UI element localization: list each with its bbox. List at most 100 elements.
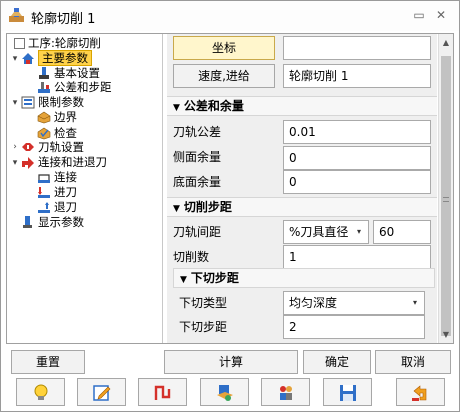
section-title: 切削步距 [183,200,232,214]
hint-button[interactable] [16,378,65,406]
toolpath-settings-icon [22,143,34,151]
tree-item-approach[interactable]: 进刀 [37,185,77,200]
path-spacing-input[interactable]: 60 [373,220,431,244]
coords-button[interactable]: 坐标 [173,36,275,60]
dropdown-arrow-icon: ▾ [413,298,418,307]
vertical-scrollbar[interactable]: ▲ ▼ [438,34,453,343]
tree-item-check[interactable]: 检查 [37,126,77,141]
tree-item-label: 限制参数 [38,95,84,109]
path-spacing-mode-select[interactable]: %刀具直径 ▾ [283,220,369,244]
window-title: 轮廓切削 1 [31,12,96,27]
contour-cut-icon [9,8,24,22]
tree-item-label: 进刀 [54,185,77,199]
path-spacing-mode-value: %刀具直径 [289,225,349,239]
tree-item-label: 连接和进退刀 [38,155,107,169]
toolpath-icon [154,385,171,400]
speed-feed-button[interactable]: 速度,进给 [173,64,275,88]
calculate-button[interactable]: 计算 [164,350,298,374]
tree-item-tolerance-step[interactable]: 公差和步距 [37,80,112,95]
side-allowance-input[interactable]: 0 [283,146,431,170]
close-icon[interactable]: ✕ [433,7,449,23]
undo-icon [412,385,427,401]
save-button[interactable] [323,378,372,406]
toolpath-tolerance-label: 刀轨公差 [173,125,222,139]
tree-item-label: 连接 [54,170,77,184]
stepdown-type-value: 均匀深度 [289,296,338,310]
tree-item-display-params[interactable]: 显示参数 [21,215,84,230]
tree-item-label: 刀轨设置 [38,140,84,154]
tree-item-retract[interactable]: 退刀 [37,200,77,215]
cut-count-label: 切削数 [173,250,210,264]
properties-panel: 坐标 速度,进给 轮廓切削 1 ▼ 公差和余量 刀轨公差 0.01 侧面余量 0 … [167,34,437,343]
retract-icon [38,202,50,213]
path-spacing-label: 刀轨间距 [173,225,222,239]
tree-item-label: 主要参数 [38,50,92,66]
tree-item-link[interactable]: 连接 [37,170,77,185]
toolpath-button[interactable] [138,378,187,406]
tree-item-label: 显示参数 [38,215,84,229]
tolerance-section-header[interactable]: ▼ 公差和余量 [167,96,437,116]
parameter-tree: 工序:轮廓切削 ▾ 主要参数 基本设置 公差和步距 ▾ 限制参数 边界 检查 ›… [7,34,163,343]
content-panel: 工序:轮廓切削 ▾ 主要参数 基本设置 公差和步距 ▾ 限制参数 边界 检查 ›… [6,33,454,344]
simulate-button[interactable] [200,378,249,406]
link-approach-icon [22,157,34,169]
cancel-button[interactable]: 取消 [375,350,451,374]
bottom-allowance-input[interactable]: 0 [283,170,431,194]
tree-item-label: 公差和步距 [54,80,112,94]
scroll-thumb[interactable] [441,56,451,336]
tree-item-basic-settings[interactable]: 基本设置 [37,66,100,81]
limit-params-icon [21,96,35,109]
tolerance-step-icon [38,82,50,93]
root-checkbox[interactable] [14,38,25,49]
stepdown-distance-input[interactable]: 2 [283,315,425,339]
section-collapse-icon: ▼ [173,103,180,113]
scroll-grip-icon [443,197,449,202]
bottom-allowance-label: 底面余量 [173,175,222,189]
people-button[interactable] [261,378,310,406]
expand-icon[interactable]: ▾ [10,158,20,168]
tree-item-label: 基本设置 [54,66,100,80]
basic-settings-icon [39,67,49,79]
undo-button[interactable] [396,378,445,406]
tree-item-limit-params[interactable]: 限制参数 [21,95,84,110]
tree-item-toolpath-settings[interactable]: 刀轨设置 [21,140,84,155]
expand-icon[interactable]: ▾ [10,98,20,108]
expand-icon[interactable]: ▾ [10,54,20,64]
tree-root-label: 工序:轮廓切削 [28,36,101,50]
scroll-up-icon[interactable]: ▲ [441,38,451,48]
tree-root[interactable]: 工序:轮廓切削 [14,36,101,51]
restore-icon[interactable]: ▭ [411,7,427,23]
edit-icon [93,385,111,401]
reset-button[interactable]: 重置 [11,350,85,374]
tree-item-main-params[interactable]: 主要参数 [21,50,92,66]
section-collapse-icon: ▼ [173,204,180,214]
tree-item-link-approach[interactable]: 连接和进退刀 [21,155,107,170]
save-icon [340,385,356,401]
simulate-icon [217,385,233,401]
stepdown-type-select[interactable]: 均匀深度 ▾ [283,291,425,315]
tree-item-boundary[interactable]: 边界 [37,110,77,125]
speed-feed-field[interactable]: 轮廓切削 1 [283,64,431,88]
display-params-icon [23,216,32,228]
scroll-down-icon[interactable]: ▼ [441,330,451,340]
dropdown-arrow-icon: ▾ [357,227,362,236]
section-collapse-icon: ▼ [180,275,187,285]
title-bar: 轮廓切削 1 ▭ ✕ [1,1,459,31]
stepdown-type-label: 下切类型 [179,296,228,310]
approach-icon [38,187,50,198]
side-allowance-label: 侧面余量 [173,150,222,164]
collapse-icon[interactable]: › [10,142,20,152]
stepover-section-header[interactable]: ▼ 切削步距 [167,197,437,217]
section-title: 公差和余量 [183,99,244,113]
link-icon [38,174,50,183]
ok-button[interactable]: 确定 [303,350,371,374]
main-params-icon [22,53,34,64]
cut-count-input[interactable]: 1 [283,245,431,269]
stepdown-distance-label: 下切步距 [179,320,228,334]
tree-item-label: 边界 [54,110,77,124]
edit-button[interactable] [77,378,126,406]
toolpath-tolerance-input[interactable]: 0.01 [283,120,431,144]
tree-item-label: 检查 [54,126,77,140]
coords-field[interactable] [283,36,431,60]
stepdown-section-header[interactable]: ▼ 下切步距 [173,268,435,288]
